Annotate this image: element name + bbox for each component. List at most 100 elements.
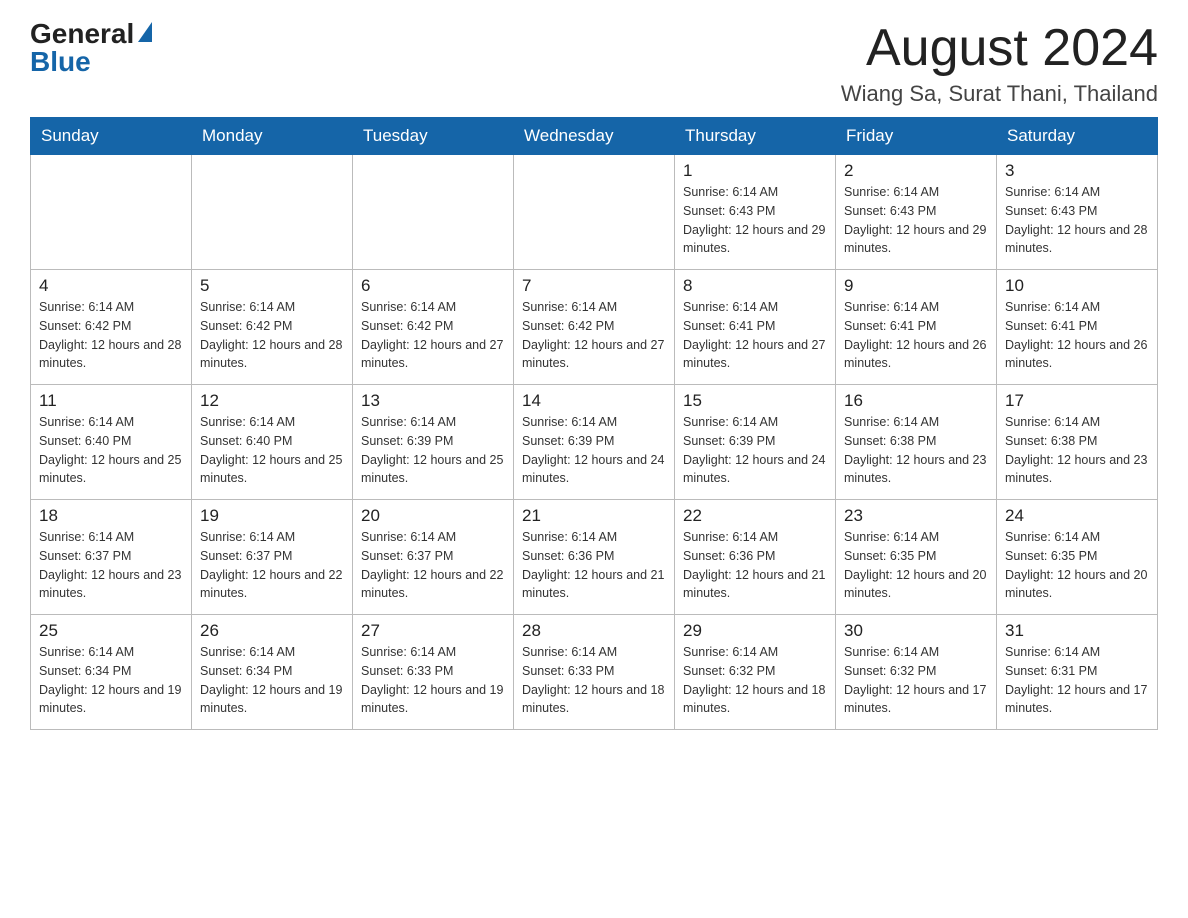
week-row-1: 1Sunrise: 6:14 AMSunset: 6:43 PMDaylight… [31,155,1158,270]
day-info: Sunrise: 6:14 AMSunset: 6:41 PMDaylight:… [1005,298,1149,373]
day-info: Sunrise: 6:14 AMSunset: 6:37 PMDaylight:… [200,528,344,603]
day-number: 12 [200,391,344,411]
week-row-4: 18Sunrise: 6:14 AMSunset: 6:37 PMDayligh… [31,500,1158,615]
day-info: Sunrise: 6:14 AMSunset: 6:34 PMDaylight:… [200,643,344,718]
page-header: General Blue August 2024 Wiang Sa, Surat… [30,20,1158,107]
day-info: Sunrise: 6:14 AMSunset: 6:43 PMDaylight:… [683,183,827,258]
day-number: 29 [683,621,827,641]
day-info: Sunrise: 6:14 AMSunset: 6:37 PMDaylight:… [39,528,183,603]
day-info: Sunrise: 6:14 AMSunset: 6:42 PMDaylight:… [361,298,505,373]
day-info: Sunrise: 6:14 AMSunset: 6:37 PMDaylight:… [361,528,505,603]
calendar-cell: 14Sunrise: 6:14 AMSunset: 6:39 PMDayligh… [514,385,675,500]
calendar-cell: 27Sunrise: 6:14 AMSunset: 6:33 PMDayligh… [353,615,514,730]
calendar-cell: 22Sunrise: 6:14 AMSunset: 6:36 PMDayligh… [675,500,836,615]
calendar-cell: 21Sunrise: 6:14 AMSunset: 6:36 PMDayligh… [514,500,675,615]
calendar-cell: 20Sunrise: 6:14 AMSunset: 6:37 PMDayligh… [353,500,514,615]
calendar-cell: 25Sunrise: 6:14 AMSunset: 6:34 PMDayligh… [31,615,192,730]
day-info: Sunrise: 6:14 AMSunset: 6:35 PMDaylight:… [1005,528,1149,603]
day-number: 19 [200,506,344,526]
calendar-cell: 28Sunrise: 6:14 AMSunset: 6:33 PMDayligh… [514,615,675,730]
calendar-cell: 13Sunrise: 6:14 AMSunset: 6:39 PMDayligh… [353,385,514,500]
calendar-cell: 16Sunrise: 6:14 AMSunset: 6:38 PMDayligh… [836,385,997,500]
calendar-cell: 17Sunrise: 6:14 AMSunset: 6:38 PMDayligh… [997,385,1158,500]
calendar-cell: 11Sunrise: 6:14 AMSunset: 6:40 PMDayligh… [31,385,192,500]
day-info: Sunrise: 6:14 AMSunset: 6:43 PMDaylight:… [844,183,988,258]
day-number: 3 [1005,161,1149,181]
month-title: August 2024 [841,20,1158,77]
day-number: 25 [39,621,183,641]
day-number: 10 [1005,276,1149,296]
calendar-cell: 2Sunrise: 6:14 AMSunset: 6:43 PMDaylight… [836,155,997,270]
day-number: 2 [844,161,988,181]
day-info: Sunrise: 6:14 AMSunset: 6:39 PMDaylight:… [522,413,666,488]
day-info: Sunrise: 6:14 AMSunset: 6:40 PMDaylight:… [200,413,344,488]
calendar-cell: 3Sunrise: 6:14 AMSunset: 6:43 PMDaylight… [997,155,1158,270]
logo-triangle-icon [138,22,152,42]
calendar-cell: 26Sunrise: 6:14 AMSunset: 6:34 PMDayligh… [192,615,353,730]
day-number: 18 [39,506,183,526]
day-number: 4 [39,276,183,296]
title-block: August 2024 Wiang Sa, Surat Thani, Thail… [841,20,1158,107]
logo-blue: Blue [30,48,91,76]
week-row-3: 11Sunrise: 6:14 AMSunset: 6:40 PMDayligh… [31,385,1158,500]
calendar-table: SundayMondayTuesdayWednesdayThursdayFrid… [30,117,1158,730]
day-number: 5 [200,276,344,296]
calendar-cell: 18Sunrise: 6:14 AMSunset: 6:37 PMDayligh… [31,500,192,615]
logo: General Blue [30,20,152,76]
calendar-cell: 4Sunrise: 6:14 AMSunset: 6:42 PMDaylight… [31,270,192,385]
logo-general: General [30,20,134,48]
calendar-header-thursday: Thursday [675,118,836,155]
day-info: Sunrise: 6:14 AMSunset: 6:34 PMDaylight:… [39,643,183,718]
calendar-cell: 7Sunrise: 6:14 AMSunset: 6:42 PMDaylight… [514,270,675,385]
calendar-header-wednesday: Wednesday [514,118,675,155]
day-number: 22 [683,506,827,526]
location-subtitle: Wiang Sa, Surat Thani, Thailand [841,81,1158,107]
calendar-cell: 9Sunrise: 6:14 AMSunset: 6:41 PMDaylight… [836,270,997,385]
day-number: 13 [361,391,505,411]
day-number: 15 [683,391,827,411]
day-number: 17 [1005,391,1149,411]
day-number: 27 [361,621,505,641]
day-info: Sunrise: 6:14 AMSunset: 6:31 PMDaylight:… [1005,643,1149,718]
calendar-cell [514,155,675,270]
day-number: 21 [522,506,666,526]
calendar-cell [31,155,192,270]
calendar-header-row: SundayMondayTuesdayWednesdayThursdayFrid… [31,118,1158,155]
calendar-cell [353,155,514,270]
day-number: 7 [522,276,666,296]
calendar-cell: 23Sunrise: 6:14 AMSunset: 6:35 PMDayligh… [836,500,997,615]
day-info: Sunrise: 6:14 AMSunset: 6:39 PMDaylight:… [683,413,827,488]
day-info: Sunrise: 6:14 AMSunset: 6:38 PMDaylight:… [1005,413,1149,488]
calendar-cell: 15Sunrise: 6:14 AMSunset: 6:39 PMDayligh… [675,385,836,500]
day-number: 31 [1005,621,1149,641]
day-number: 30 [844,621,988,641]
calendar-cell: 12Sunrise: 6:14 AMSunset: 6:40 PMDayligh… [192,385,353,500]
day-info: Sunrise: 6:14 AMSunset: 6:40 PMDaylight:… [39,413,183,488]
day-number: 24 [1005,506,1149,526]
day-info: Sunrise: 6:14 AMSunset: 6:42 PMDaylight:… [522,298,666,373]
calendar-cell: 19Sunrise: 6:14 AMSunset: 6:37 PMDayligh… [192,500,353,615]
day-number: 8 [683,276,827,296]
day-number: 28 [522,621,666,641]
calendar-cell: 24Sunrise: 6:14 AMSunset: 6:35 PMDayligh… [997,500,1158,615]
day-number: 11 [39,391,183,411]
day-info: Sunrise: 6:14 AMSunset: 6:35 PMDaylight:… [844,528,988,603]
calendar-header-saturday: Saturday [997,118,1158,155]
calendar-cell [192,155,353,270]
calendar-header-sunday: Sunday [31,118,192,155]
day-number: 26 [200,621,344,641]
day-info: Sunrise: 6:14 AMSunset: 6:41 PMDaylight:… [683,298,827,373]
day-info: Sunrise: 6:14 AMSunset: 6:32 PMDaylight:… [844,643,988,718]
calendar-cell: 5Sunrise: 6:14 AMSunset: 6:42 PMDaylight… [192,270,353,385]
calendar-header-tuesday: Tuesday [353,118,514,155]
calendar-cell: 31Sunrise: 6:14 AMSunset: 6:31 PMDayligh… [997,615,1158,730]
day-info: Sunrise: 6:14 AMSunset: 6:42 PMDaylight:… [200,298,344,373]
calendar-cell: 30Sunrise: 6:14 AMSunset: 6:32 PMDayligh… [836,615,997,730]
day-info: Sunrise: 6:14 AMSunset: 6:42 PMDaylight:… [39,298,183,373]
calendar-header-monday: Monday [192,118,353,155]
day-number: 6 [361,276,505,296]
day-info: Sunrise: 6:14 AMSunset: 6:36 PMDaylight:… [683,528,827,603]
calendar-cell: 29Sunrise: 6:14 AMSunset: 6:32 PMDayligh… [675,615,836,730]
calendar-cell: 6Sunrise: 6:14 AMSunset: 6:42 PMDaylight… [353,270,514,385]
day-info: Sunrise: 6:14 AMSunset: 6:38 PMDaylight:… [844,413,988,488]
